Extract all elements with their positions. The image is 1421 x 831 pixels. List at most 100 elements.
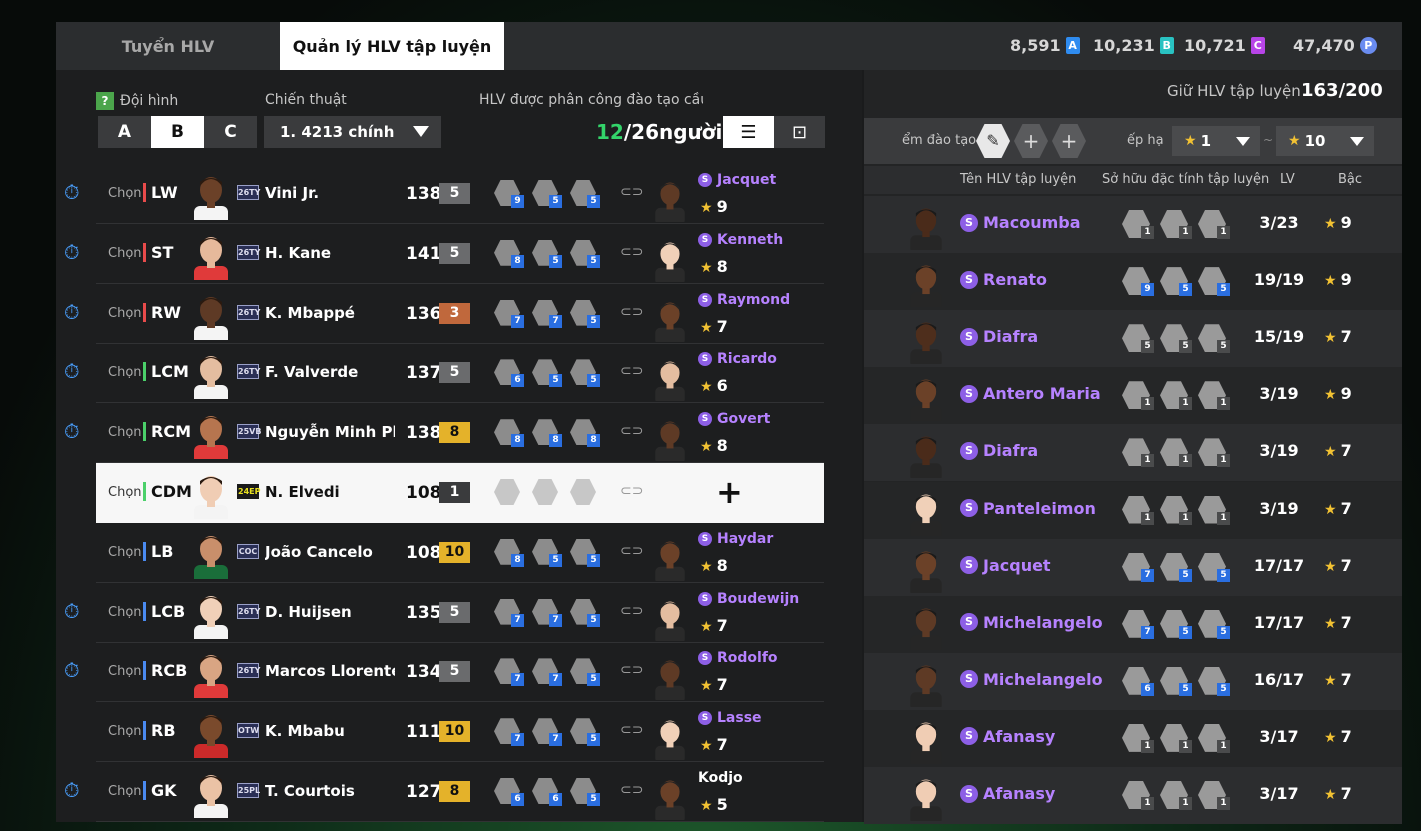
squad-c-button[interactable]: C [204, 116, 257, 148]
coach-row[interactable]: S Michelangelo 7 5 5 17/17 ★ 7 [864, 595, 1402, 653]
select-label[interactable]: Chọn [108, 365, 142, 380]
coach-name-block[interactable]: S Jacquet [698, 172, 776, 188]
select-label[interactable]: Chọn [108, 186, 142, 201]
training-trait-icon[interactable]: 5 [568, 298, 600, 328]
training-trait-icon[interactable]: 8 [568, 417, 600, 448]
link-icon[interactable]: ⊂⊃ [620, 363, 643, 381]
coach-row[interactable]: S Antero Maria 1 1 1 3/19 ★ 9 [864, 367, 1402, 425]
assign-coach-button[interactable]: + [716, 473, 743, 511]
link-icon[interactable]: ⊂⊃ [620, 782, 643, 800]
player-row-lcb[interactable]: Chọn LCB 26TY D. Huijsen 135 5 7 7 5 ⊂⊃ S Boudewijn… [96, 583, 824, 643]
training-trait-icon[interactable]: 8 [492, 417, 524, 448]
empty-trait-slot[interactable] [530, 477, 562, 507]
link-icon[interactable]: ⊂⊃ [620, 423, 643, 441]
training-trait-icon[interactable]: 5 [568, 716, 600, 747]
training-trait-icon[interactable]: 5 [568, 537, 600, 567]
player-row-gk[interactable]: Chọn GK 25PL T. Courtois 127 8 6 6 5 ⊂⊃ Kodjo ★ 5 [96, 762, 824, 822]
squad-b-button[interactable]: B [151, 116, 204, 148]
player-row-rcb[interactable]: Chọn RCB 26TY Marcos Llorente 134 5 7 7 5 ⊂⊃ S Rodo… [96, 642, 824, 703]
stopwatch-icon[interactable]: ⏱ [64, 359, 86, 383]
training-trait-icon[interactable]: 5 [530, 238, 562, 268]
training-trait-icon[interactable]: 8 [492, 238, 524, 268]
player-row-lcm[interactable]: Chọn LCM 26TY F. Valverde 137 5 6 5 5 ⊂⊃ S Ricardo ★… [96, 343, 824, 404]
pitch-view-button[interactable]: ⊡ [774, 116, 825, 148]
stopwatch-icon[interactable]: ⏱ [64, 778, 86, 802]
select-label[interactable]: Chọn [108, 306, 142, 321]
training-trait-icon[interactable]: 5 [568, 597, 600, 627]
stopwatch-icon[interactable]: ⏱ [64, 240, 86, 264]
link-icon[interactable]: ⊂⊃ [620, 483, 643, 501]
training-trait-icon[interactable]: 6 [530, 776, 562, 806]
col-lv[interactable]: LV [1280, 172, 1295, 187]
select-label[interactable]: Chọn [108, 246, 142, 261]
link-icon[interactable]: ⊂⊃ [620, 543, 643, 561]
col-coach-name[interactable]: Tên HLV tập luyện [960, 172, 1076, 187]
coach-name-block[interactable]: S Lasse [698, 710, 762, 726]
coach-name-block[interactable]: S Kenneth [698, 232, 783, 248]
link-icon[interactable]: ⊂⊃ [620, 304, 643, 322]
stopwatch-icon[interactable]: ⏱ [64, 180, 86, 204]
select-label[interactable]: Chọn [108, 784, 142, 799]
training-trait-icon[interactable]: 7 [530, 716, 562, 747]
coach-name-block[interactable]: S Raymond [698, 292, 790, 308]
training-trait-icon[interactable]: 6 [492, 776, 524, 806]
stopwatch-icon[interactable]: ⏱ [64, 300, 86, 324]
list-view-button[interactable]: ☰ [723, 116, 774, 148]
stopwatch-icon[interactable]: ⏱ [64, 419, 86, 443]
coach-name-block[interactable]: S Ricardo [698, 351, 777, 367]
select-label[interactable]: Chọn [108, 485, 142, 500]
training-trait-icon[interactable]: 5 [568, 238, 600, 268]
coach-name-block[interactable]: S Rodolfo [698, 650, 778, 666]
training-trait-icon[interactable]: 7 [530, 298, 562, 328]
training-trait-icon[interactable]: 9 [492, 178, 524, 208]
coach-row[interactable]: S Michelangelo 6 5 5 16/17 ★ 7 [864, 652, 1402, 710]
link-icon[interactable]: ⊂⊃ [620, 184, 643, 202]
coach-row[interactable]: S Panteleimon 1 1 1 3/19 ★ 7 [864, 481, 1402, 539]
squad-a-button[interactable]: A [98, 116, 151, 148]
training-trait-icon[interactable]: 5 [568, 178, 600, 208]
coach-row[interactable]: S Macoumba 1 1 1 3/23 ★ 9 [864, 196, 1402, 253]
player-row-rcm[interactable]: ChọnRCM25VBNguyễn Minh Phương1388888⊂⊃SG… [96, 403, 824, 464]
training-trait-icon[interactable]: 5 [530, 178, 562, 208]
rank-to-dropdown[interactable]: ★ 10 [1276, 126, 1374, 156]
player-row-lw[interactable]: Chọn LW 26TY Vini Jr. 138 5 9 5 5 ⊂⊃ S Jacquet ★ 9 [96, 164, 824, 224]
training-trait-icon[interactable]: 7 [492, 656, 524, 687]
coach-row[interactable]: S Afanasy 1 1 1 3/17 ★ 7 [864, 709, 1402, 767]
player-row-cdm[interactable]: Chọn CDM 24EP N. Elvedi 108 1 ⊂⊃ + [96, 463, 824, 523]
training-trait-icon[interactable]: 7 [530, 656, 562, 687]
help-icon[interactable]: ? [96, 92, 114, 110]
coach-row[interactable]: S Jacquet 7 5 5 17/17 ★ 7 [864, 538, 1402, 596]
coach-name-block[interactable]: S Boudewijn [698, 591, 799, 607]
coach-row[interactable]: S Afanasy 1 1 1 3/17 ★ 7 [864, 767, 1402, 824]
link-icon[interactable]: ⊂⊃ [620, 603, 643, 621]
training-trait-icon[interactable]: 5 [568, 776, 600, 806]
select-label[interactable]: Chọn [108, 724, 142, 739]
coach-name-block[interactable]: S Govert [698, 411, 770, 427]
training-trait-icon[interactable]: 8 [530, 417, 562, 448]
training-trait-icon[interactable]: 7 [492, 298, 524, 328]
link-icon[interactable]: ⊂⊃ [620, 662, 643, 680]
select-label[interactable]: Chọn [108, 425, 142, 440]
player-row-rb[interactable]: Chọn RB OTW K. Mbabu 111 10 7 7 5 ⊂⊃ S Lasse ★ 7 [96, 702, 824, 763]
empty-trait-slot[interactable] [492, 477, 524, 507]
training-trait-icon[interactable]: 7 [492, 716, 524, 747]
coach-row[interactable]: S Renato 9 5 5 19/19 ★ 9 [864, 253, 1402, 311]
training-trait-icon[interactable]: 5 [568, 357, 600, 388]
empty-trait-slot[interactable] [568, 477, 600, 507]
training-trait-icon[interactable]: 7 [492, 597, 524, 627]
select-label[interactable]: Chọn [108, 605, 142, 620]
tab-recruit-coach[interactable]: Tuyển HLV [56, 22, 280, 70]
training-trait-icon[interactable]: 5 [530, 357, 562, 388]
add-filter-button-2[interactable]: + [1052, 124, 1086, 158]
coach-row[interactable]: S Diafra 5 5 5 15/19 ★ 7 [864, 310, 1402, 368]
link-icon[interactable]: ⊂⊃ [620, 244, 643, 262]
rank-from-dropdown[interactable]: ★ 1 [1172, 126, 1260, 156]
coach-row[interactable]: S Diafra 1 1 1 3/19 ★ 7 [864, 424, 1402, 482]
tactic-dropdown[interactable]: 1. 4213 chính [264, 116, 441, 148]
training-trait-icon[interactable]: 5 [530, 537, 562, 567]
coach-name-block[interactable]: S Haydar [698, 531, 773, 547]
training-trait-icon[interactable]: 8 [492, 537, 524, 567]
training-trait-filter[interactable]: ✎ [976, 124, 1010, 158]
training-trait-icon[interactable]: 5 [568, 656, 600, 687]
player-row-rw[interactable]: Chọn RW 26TY K. Mbappé 136 3 7 7 5 ⊂⊃ S Raymond ★ 7 [96, 284, 824, 344]
